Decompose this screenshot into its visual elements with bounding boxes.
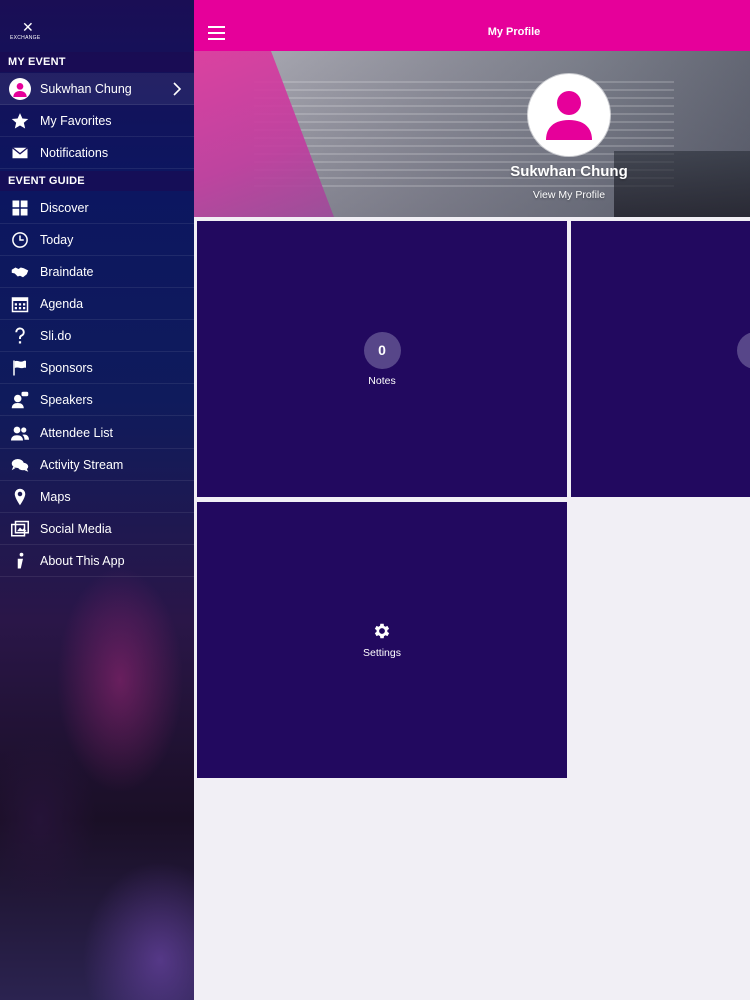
question-icon [0,320,40,352]
sidebar-item-speakers[interactable]: Speakers [0,384,194,416]
sidebar-item-about[interactable]: About This App [0,545,194,577]
speaker-icon [0,384,40,416]
sidebar-item-notifications[interactable]: Notifications [0,137,194,169]
sidebar-item-label: Discover [40,200,89,215]
sidebar-item-label: Speakers [40,392,93,407]
profile-header: Sukwhan Chung View My Profile [194,51,750,217]
handshake-icon [0,256,40,288]
notes-label: Notes [368,374,396,387]
my-event-header: MY EVENT [0,52,194,72]
sidebar-item-label: My Favorites [40,113,112,128]
main-content: My Profile Sukwhan Chung View My Profile… [194,0,750,1000]
sidebar: ✕ EXCHANGE MY EVENT Sukwhan Chung My Fav… [0,0,194,1000]
top-bar: My Profile [194,0,750,51]
notes-count-badge: 0 [363,331,401,369]
logo-mark: ✕ [22,19,34,35]
photos-icon [0,513,40,545]
sidebar-item-label: Attendee List [40,425,113,440]
logo-text: EXCHANGE [10,35,41,41]
envelope-icon [0,137,40,169]
sidebar-item-label: Braindate [40,264,94,279]
clock-icon [0,224,40,256]
sidebar-item-label: Social Media [40,521,112,536]
event-guide-header: EVENT GUIDE [0,171,194,191]
settings-label: Settings [363,647,401,659]
sidebar-item-label: Notifications [40,145,109,160]
menu-icon[interactable] [208,26,225,40]
info-icon [0,545,40,577]
sidebar-item-maps[interactable]: Maps [0,481,194,513]
profile-name: Sukwhan Chung [510,163,628,180]
sidebar-item-agenda[interactable]: Agenda [0,288,194,320]
sidebar-item-activity-stream[interactable]: Activity Stream [0,449,194,481]
second-tile-label: In [737,375,750,387]
sidebar-item-label: Activity Stream [40,457,124,472]
hero-background-shadow [614,151,750,217]
calendar-icon [0,288,40,320]
sidebar-item-social-media[interactable]: Social Media [0,513,194,545]
page-title: My Profile [487,26,541,38]
sidebar-item-favorites[interactable]: My Favorites [0,105,194,137]
gear-icon [372,621,392,641]
people-icon [0,417,40,449]
notes-tile[interactable]: 0 Notes [197,221,567,497]
person-icon [546,91,592,140]
sidebar-item-sponsors[interactable]: Sponsors [0,352,194,384]
sidebar-item-label: About This App [40,553,125,568]
second-tile[interactable]: 1 In [571,221,750,497]
sidebar-item-label: Agenda [40,296,84,311]
sidebar-item-today[interactable]: Today [0,224,194,256]
sidebar-item-label: Sli.do [40,328,72,343]
app-logo: ✕ EXCHANGE [10,20,50,44]
sidebar-item-label: Maps [40,489,71,504]
sidebar-item-discover[interactable]: Discover [0,192,194,224]
sidebar-item-braindate[interactable]: Braindate [0,256,194,288]
sidebar-item-attendee-list[interactable]: Attendee List [0,417,194,449]
sidebar-item-slido[interactable]: Sli.do [0,320,194,352]
star-icon [0,105,40,137]
map-pin-icon [0,481,40,513]
sidebar-item-profile[interactable]: Sukwhan Chung [0,73,194,105]
chat-bubbles-icon [0,449,40,481]
settings-tile[interactable]: Settings [197,502,567,778]
profile-avatar[interactable] [528,74,610,156]
avatar-icon [0,73,40,105]
sidebar-item-label: Today [40,232,74,247]
second-count-badge: 1 [737,332,750,369]
grid-icon [0,192,40,224]
second-tile-content: 1 In [737,332,750,387]
view-profile-link[interactable]: View My Profile [533,189,605,201]
chevron-right-icon [170,81,184,97]
sidebar-item-label: Sukwhan Chung [40,81,132,96]
flag-icon [0,352,40,384]
sidebar-item-label: Sponsors [40,360,93,375]
